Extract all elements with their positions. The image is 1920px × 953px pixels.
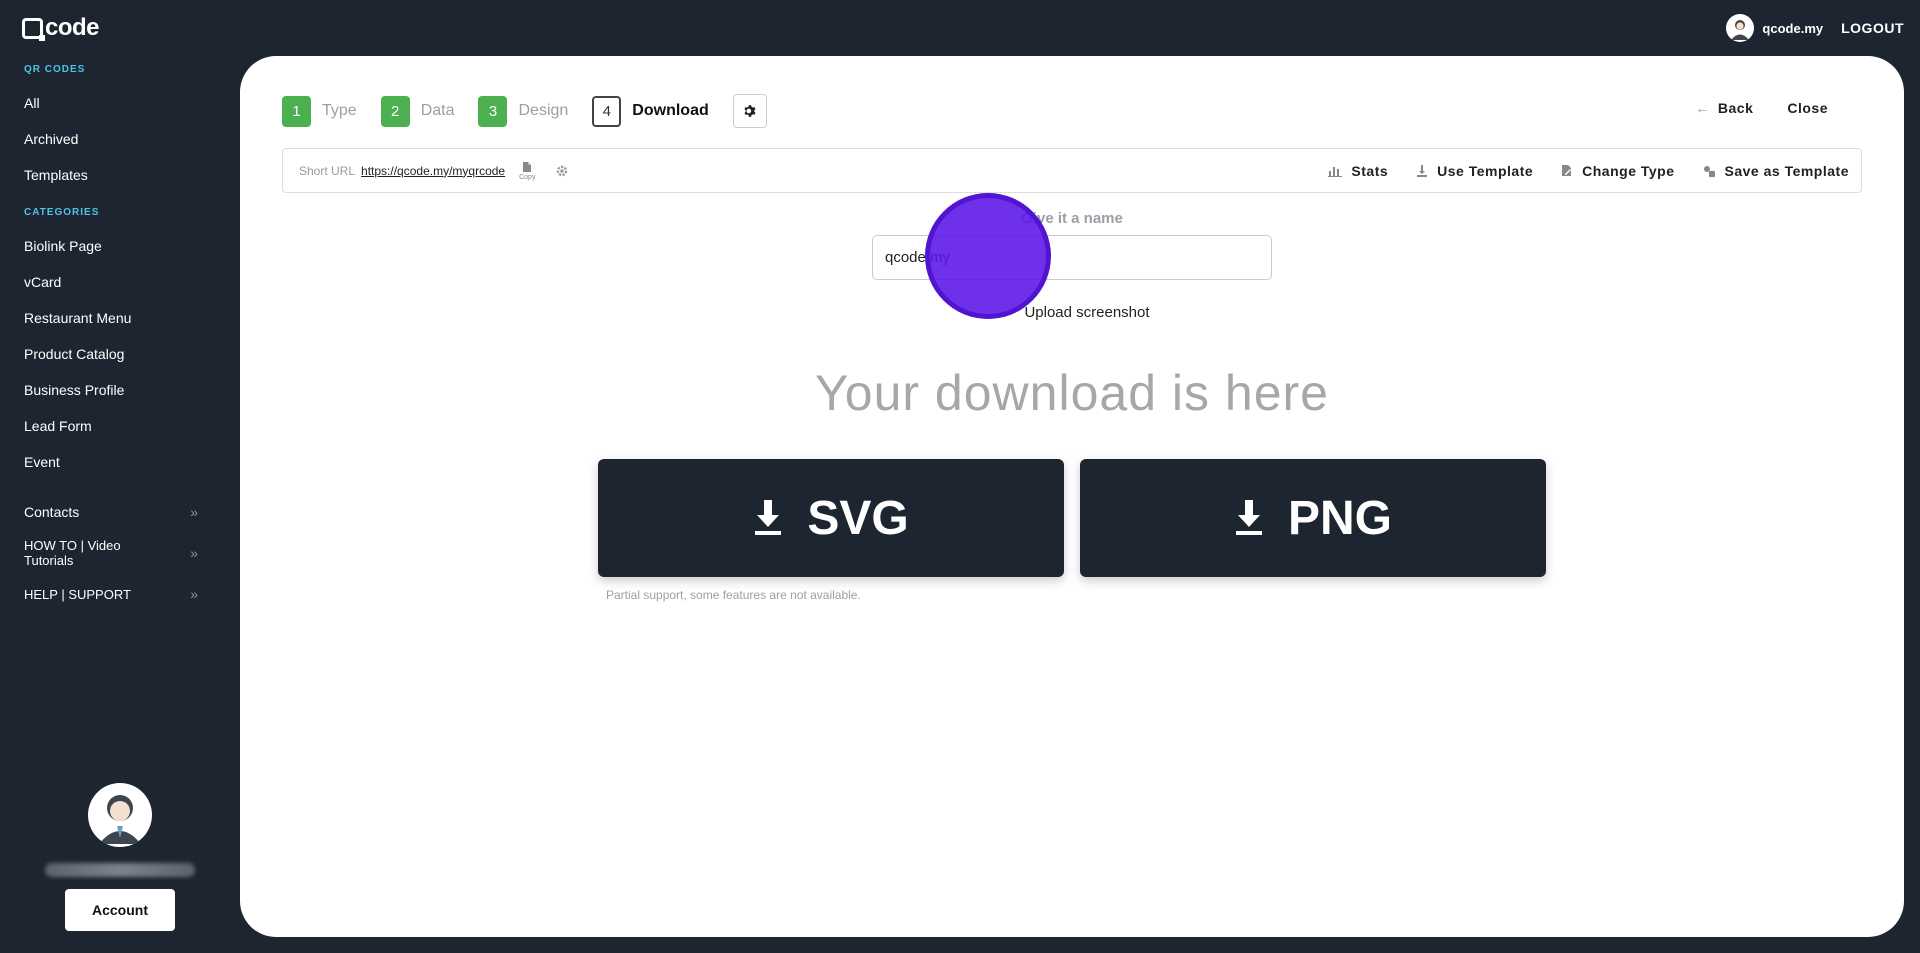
user-avatar-icon [88,783,152,847]
save-as-template-label: Save as Template [1724,162,1849,179]
step-type[interactable]: 1 Type [282,95,357,127]
sidebar-item-label: HOW TO | Video Tutorials [24,538,121,568]
chevron-double-right-icon: » [190,545,198,561]
download-icon [1417,164,1428,177]
shapes-icon [1703,165,1715,177]
step-number: 3 [478,95,508,127]
url-bar-actions: Stats Use Template Change Type Save as T… [1328,163,1849,179]
url-settings-button[interactable] [555,164,569,178]
short-url-label: Short URL [299,163,356,178]
user-avatar-icon [1726,14,1755,42]
top-actions: ← Back Close [1695,100,1828,116]
step-label: Download [632,102,709,119]
edit-file-icon [1562,165,1572,176]
download-icon [1235,500,1262,535]
click-indicator [925,193,1051,319]
sidebar-item-contacts[interactable]: Contacts » [0,502,240,522]
step-number: 1 [282,95,311,127]
step-label: Type [322,102,357,119]
name-field-label: Give it a name [1021,210,1123,227]
blurred-username [45,863,195,877]
app-logo[interactable]: code [22,14,100,42]
short-url-link[interactable]: https://qcode.my/myqrcode [361,164,505,178]
settings-button[interactable] [732,94,767,128]
step-download[interactable]: 4 Download [592,95,709,127]
main-panel: 1 Type 2 Data 3 Design 4 Download ← Back… [240,56,1904,937]
copy-icon [523,161,532,172]
download-heading: Your download is here [815,365,1329,421]
sidebar-item-label: Contacts [24,504,80,520]
section-label-categories: CATEGORIES [24,207,100,218]
sidebar-item-business-profile[interactable]: Business Profile [0,372,240,408]
gear-icon [557,165,568,176]
sidebar-item-product-catalog[interactable]: Product Catalog [0,336,240,372]
step-label: Design [518,102,569,119]
back-button[interactable]: ← Back [1695,100,1753,116]
sidebar-item-templates[interactable]: Templates [0,157,240,193]
step-number: 2 [380,95,410,127]
sidebar-item-archived[interactable]: Archived [0,121,240,157]
section-label-qr-codes: QR CODES [24,64,86,75]
copy-url-button[interactable]: Copy [519,161,535,181]
account-button[interactable]: Account [65,889,175,931]
username: qcode.my [1762,20,1824,36]
save-as-template-button[interactable]: Save as Template [1703,163,1849,179]
sidebar-item-vcard[interactable]: vCard [0,264,240,300]
sidebar-item-biolink-page[interactable]: Biolink Page [0,228,240,264]
sidebar-item-help-support[interactable]: HELP | SUPPORT » [0,584,240,604]
top-bar: code qcode.my LOGOUT [0,0,1920,56]
step-label: Data [420,102,455,119]
change-type-button[interactable]: Change Type [1561,163,1674,179]
short-url-bar: Short URL https://qcode.my/myqrcode Copy… [282,148,1862,193]
back-label: Back [1717,100,1754,116]
chevron-double-right-icon: » [190,504,198,520]
png-label: PNG [1287,491,1392,545]
download-icon [755,500,782,535]
sidebar-item-label: HELP | SUPPORT [24,586,131,602]
step-number: 4 [592,95,622,127]
change-type-label: Change Type [1582,162,1675,179]
copy-label: Copy [519,173,536,181]
bar-chart-icon [1328,166,1343,177]
svg-label: SVG [807,491,909,545]
logout-link[interactable]: LOGOUT [1841,20,1904,36]
sidebar-item-how-to[interactable]: HOW TO | Video Tutorials [0,536,180,570]
download-svg-button[interactable]: SVG [598,459,1064,577]
arrow-left-icon: ← [1695,100,1710,116]
sidebar-item-restaurant-menu[interactable]: Restaurant Menu [0,300,240,336]
user-menu[interactable]: qcode.my [1726,14,1823,42]
logo-mark-icon [22,17,45,41]
wizard-stepper: 1 Type 2 Data 3 Design 4 Download [282,94,767,128]
sidebar-item-all[interactable]: All [0,85,240,121]
logo-text: code [45,14,100,41]
stats-button[interactable]: Stats [1328,163,1388,179]
download-png-button[interactable]: PNG [1080,459,1546,577]
svg-partial-support-note: Partial support, some features are not a… [606,588,861,602]
user-area: qcode.my LOGOUT [1726,14,1904,42]
sidebar: QR CODES All Archived Templates CATEGORI… [0,56,240,953]
use-template-button[interactable]: Use Template [1416,163,1533,179]
sidebar-account-area: Account [0,783,240,953]
gear-icon [744,105,756,117]
sidebar-item-event[interactable]: Event [0,444,240,480]
step-design[interactable]: 3 Design [478,95,569,127]
close-button[interactable]: Close [1787,100,1828,116]
chevron-double-right-icon: » [190,586,198,602]
use-template-label: Use Template [1437,162,1534,179]
sidebar-item-lead-form[interactable]: Lead Form [0,408,240,444]
stats-label: Stats [1351,162,1389,179]
upload-screenshot-link[interactable]: Upload screenshot [1007,304,1167,321]
step-data[interactable]: 2 Data [380,95,455,127]
